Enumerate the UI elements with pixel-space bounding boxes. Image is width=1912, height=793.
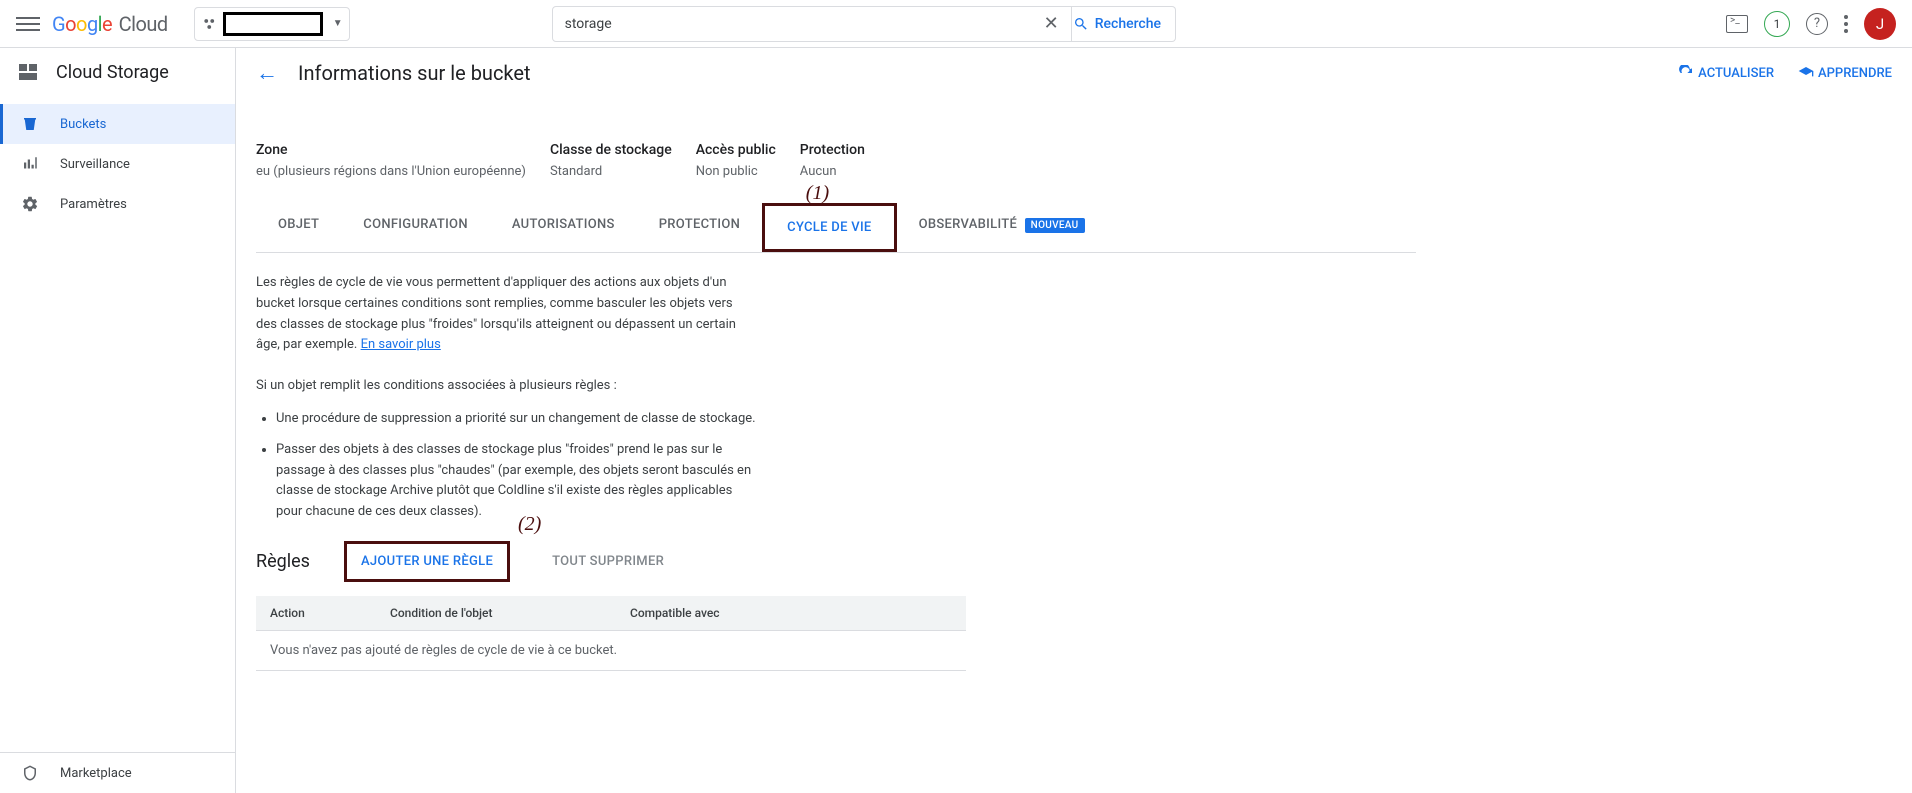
zone-label: Zone	[256, 142, 526, 158]
storage-class-value: Standard	[550, 164, 672, 179]
public-access-label: Accès public	[696, 142, 776, 158]
add-rule-button[interactable]: AJOUTER UNE RÈGLE	[344, 541, 510, 582]
priority-rule-2: Passer des objets à des classes de stock…	[276, 440, 756, 523]
chevron-down-icon: ▼	[333, 18, 343, 29]
sidebar-item-label: Surveillance	[60, 157, 130, 172]
search-icon	[1073, 16, 1089, 32]
col-action: Action	[270, 606, 390, 620]
tab-configuration[interactable]: CONFIGURATION	[341, 203, 490, 252]
col-condition: Condition de l'objet	[390, 606, 630, 620]
back-arrow-icon[interactable]: ←	[256, 60, 278, 86]
sidebar-item-label: Marketplace	[60, 766, 132, 781]
search-button-label: Recherche	[1095, 16, 1161, 32]
sidebar-item-buckets[interactable]: Buckets	[0, 104, 235, 144]
rules-empty-message: Vous n'avez pas ajouté de règles de cycl…	[256, 631, 966, 671]
help-icon[interactable]: ?	[1806, 13, 1828, 35]
public-access-value: Non public	[696, 164, 776, 179]
protection-label: Protection	[800, 142, 865, 158]
learn-button[interactable]: APPRENDRE	[1798, 65, 1892, 81]
search-button[interactable]: Recherche	[1059, 6, 1176, 42]
search-input[interactable]	[552, 6, 1072, 42]
project-icon	[201, 15, 219, 33]
cloud-shell-icon[interactable]	[1726, 15, 1748, 33]
marketplace-icon	[20, 763, 40, 783]
annotation-2: (2)	[518, 513, 541, 536]
notifications-badge[interactable]: 1	[1764, 11, 1790, 37]
zone-value: eu (plusieurs régions dans l'Union europ…	[256, 164, 526, 179]
col-compatible: Compatible avec	[630, 606, 952, 620]
delete-all-button[interactable]: TOUT SUPPRIMER	[540, 546, 676, 577]
refresh-icon	[1678, 65, 1694, 81]
cloud-storage-icon	[16, 60, 40, 84]
bucket-icon	[20, 114, 40, 134]
hamburger-menu-icon[interactable]	[16, 12, 40, 36]
refresh-button[interactable]: ACTUALISER	[1678, 65, 1774, 81]
learn-more-link[interactable]: En savoir plus	[361, 337, 441, 352]
sidebar-item-label: Paramètres	[60, 197, 127, 212]
protection-value: Aucun	[800, 164, 865, 179]
tab-cycle-de-vie[interactable]: CYCLE DE VIE	[762, 203, 896, 252]
annotation-1: (1)	[806, 182, 829, 205]
lifecycle-description: Les règles de cycle de vie vous permette…	[256, 273, 736, 356]
rules-heading: Règles	[256, 551, 310, 572]
new-badge: NOUVEAU	[1025, 218, 1085, 233]
sidebar-item-label: Buckets	[60, 117, 106, 132]
clear-search-icon[interactable]: ✕	[1044, 13, 1059, 34]
tab-observabilite[interactable]: OBSERVABILITÉ NOUVEAU	[897, 203, 1107, 252]
priority-rule-1: Une procédure de suppression a priorité …	[276, 409, 756, 430]
project-selector[interactable]: ▼	[194, 7, 350, 41]
monitoring-icon	[20, 154, 40, 174]
google-cloud-logo[interactable]: Google Cloud	[52, 12, 168, 36]
graduation-cap-icon	[1798, 65, 1814, 81]
storage-class-label: Classe de stockage	[550, 142, 672, 158]
page-title: Informations sur le bucket	[298, 61, 531, 85]
more-menu-icon[interactable]	[1844, 15, 1848, 33]
product-title: Cloud Storage	[56, 62, 169, 83]
tab-protection[interactable]: PROTECTION	[637, 203, 762, 252]
gear-icon	[20, 194, 40, 214]
project-name-redacted	[223, 12, 323, 36]
avatar[interactable]: J	[1864, 8, 1896, 40]
multi-rules-intro: Si un objet remplit les conditions assoc…	[256, 376, 736, 397]
tab-objet[interactable]: OBJET	[256, 203, 341, 252]
tab-autorisations[interactable]: AUTORISATIONS	[490, 203, 637, 252]
sidebar-item-surveillance[interactable]: Surveillance	[0, 144, 235, 184]
sidebar-item-settings[interactable]: Paramètres	[0, 184, 235, 224]
sidebar-item-marketplace[interactable]: Marketplace	[0, 753, 235, 793]
